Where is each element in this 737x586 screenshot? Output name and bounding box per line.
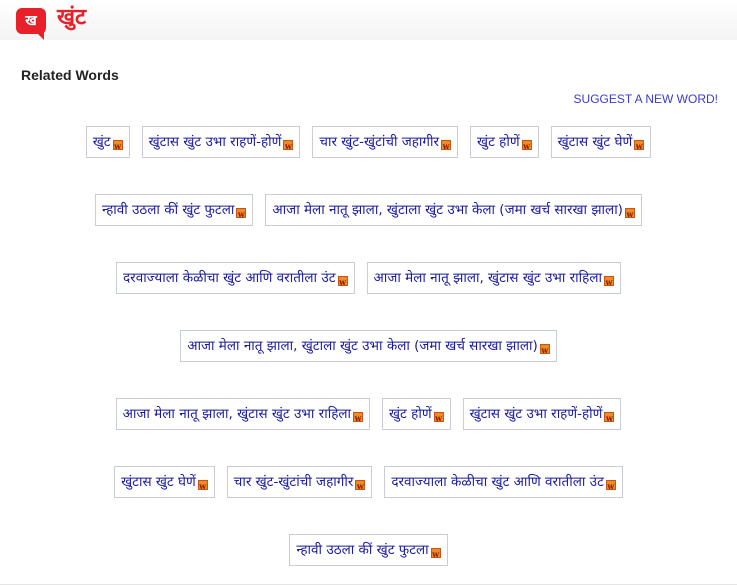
related-word-label: आजा मेला नातू झाला, खुंटास खुंट उभा राहि… [373, 270, 602, 286]
related-word-chip[interactable]: आजा मेला नातू झाला, खुंटास खुंट उभा राहि… [115, 398, 371, 430]
related-word-label: खुंट होणें [477, 134, 520, 150]
related-word-chip[interactable]: आजा मेला नातू झाला, खुंटाला खुंट उभा केल… [180, 330, 557, 362]
w-icon: w [634, 139, 645, 151]
related-word-label: चार खुंट-खुंटांची जहागीर [233, 474, 354, 490]
related-words-heading: Related Words [21, 67, 119, 83]
w-icon: w [521, 139, 532, 151]
w-icon: w [603, 275, 614, 287]
page: ख खुंट Related Words SUGGEST A NEW WORD!… [0, 0, 737, 586]
related-word-chip[interactable]: दरवाज्याला केळीचा खुंट आणि वरातीला उंट w [384, 466, 623, 498]
related-word-label: न्हावी उठला कीं खुंट फुटला [296, 542, 429, 558]
page-title: खुंट [57, 5, 87, 30]
related-word-label: खुंटास खुंट उभा राहणें-होणें [469, 406, 603, 422]
related-word-chip[interactable]: चार खुंट-खुंटांची जहागीर w [226, 466, 373, 498]
related-word-chip[interactable]: खुंटास खुंट घेणें w [550, 126, 652, 158]
related-word-label: आजा मेला नातू झाला, खुंटास खुंट उभा राहि… [122, 406, 352, 422]
w-icon: w [355, 479, 366, 491]
related-word-label: दरवाज्याला केळीचा खुंट आणि वरातीला उंट [391, 474, 604, 490]
w-icon: w [604, 411, 615, 423]
related-word-chip[interactable]: खुंट w [85, 126, 130, 158]
related-word-chip[interactable]: दरवाज्याला केळीचा खुंट आणि वरातीला उंट w [116, 262, 355, 294]
suggest-new-word-link[interactable]: SUGGEST A NEW WORD! [574, 92, 718, 106]
logo-icon[interactable]: ख [16, 8, 46, 40]
related-word-chip[interactable]: चार खुंट-खुंटांची जहागीर w [312, 126, 459, 158]
w-icon: w [197, 479, 208, 491]
w-icon: w [337, 275, 348, 287]
w-icon: w [433, 411, 444, 423]
w-icon: w [605, 479, 616, 491]
w-icon: w [353, 411, 364, 423]
related-word-label: खुंट [92, 134, 111, 150]
related-word-chip[interactable]: खुंटास खुंट उभा राहणें-होणें w [462, 398, 622, 430]
related-word-chip[interactable]: न्हावी उठला कीं खुंट फुटला w [289, 534, 448, 566]
related-words-row: खुंट w खुंटास खुंट उभा राहणें-होणें w चार खु… [0, 126, 737, 158]
related-words-row: न्हावी उठला कीं खुंट फुटला w [0, 534, 737, 566]
w-icon: w [112, 139, 123, 151]
related-word-label: खुंटास खुंट घेणें [121, 474, 196, 490]
related-word-label: आजा मेला नातू झाला, खुंटाला खुंट उभा केल… [272, 202, 623, 218]
w-icon: w [283, 139, 294, 151]
related-word-label: न्हावी उठला कीं खुंट फुटला [102, 202, 235, 218]
related-word-chip[interactable]: खुंट होणें w [382, 398, 451, 430]
header: ख खुंट [0, 0, 737, 40]
w-icon: w [430, 547, 441, 559]
related-word-chip[interactable]: खुंटास खुंट घेणें w [114, 466, 215, 498]
related-word-chip[interactable]: आजा मेला नातू झाला, खुंटाला खुंट उभा केल… [265, 194, 642, 226]
related-words-row: खुंटास खुंट घेणें w चार खुंट-खुंटांची जहाग… [0, 466, 737, 498]
related-word-label: खुंटास खुंट घेणें [557, 134, 633, 150]
related-word-chip[interactable]: आजा मेला नातू झाला, खुंटास खुंट उभा राहि… [366, 262, 621, 294]
related-word-chip[interactable]: न्हावी उठला कीं खुंट फुटला w [95, 194, 254, 226]
related-words-row: आजा मेला नातू झाला, खुंटास खुंट उभा राहि… [0, 398, 737, 430]
w-icon: w [441, 139, 452, 151]
related-words-row: आजा मेला नातू झाला, खुंटाला खुंट उभा केल… [0, 330, 737, 362]
bottom-divider [0, 584, 737, 585]
related-word-label: चार खुंट-खुंटांची जहागीर [319, 134, 440, 150]
w-icon: w [624, 207, 635, 219]
w-icon: w [539, 343, 550, 355]
related-word-chip[interactable]: खुंटास खुंट उभा राहणें-होणें w [141, 126, 301, 158]
related-word-label: खुंट होणें [389, 406, 432, 422]
related-word-label: दरवाज्याला केळीचा खुंट आणि वरातीला उंट [123, 270, 336, 286]
related-word-label: खुंटास खुंट उभा राहणें-होणें [148, 134, 282, 150]
related-words-row: दरवाज्याला केळीचा खुंट आणि वरातीला उंट w आ… [0, 262, 737, 294]
related-words-row: न्हावी उठला कीं खुंट फुटला w आजा मेला नातू… [0, 194, 737, 226]
related-word-chip[interactable]: खुंट होणें w [470, 126, 539, 158]
related-word-label: आजा मेला नातू झाला, खुंटाला खुंट उभा केल… [187, 338, 538, 354]
w-icon: w [236, 207, 247, 219]
